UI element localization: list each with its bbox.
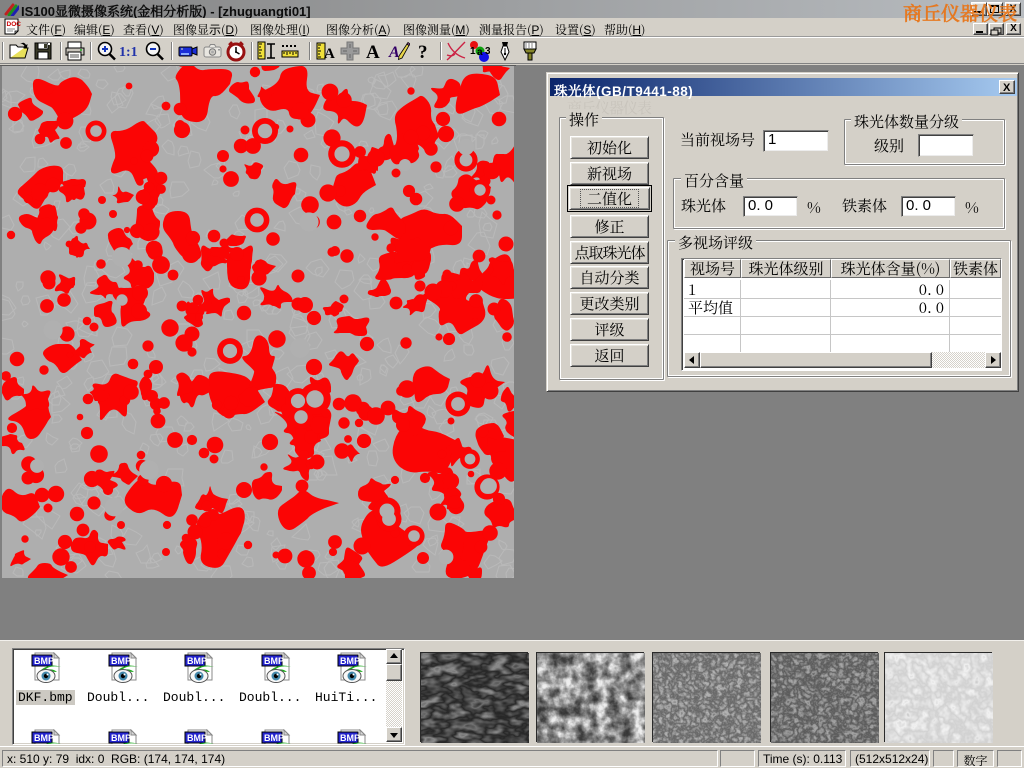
svg-text:A: A — [324, 46, 335, 62]
svg-text:A: A — [366, 42, 380, 62]
svg-text:3: 3 — [485, 46, 490, 57]
svg-text:1:1: 1:1 — [119, 45, 138, 60]
svg-text:?: ? — [418, 42, 428, 62]
svg-text:DOC: DOC — [7, 21, 22, 28]
svg-text:1: 1 — [470, 46, 476, 57]
svg-text:BMP: BMP — [111, 656, 131, 666]
svg-text:BMP: BMP — [340, 656, 360, 666]
svg-text:BMP: BMP — [187, 656, 207, 666]
svg-text:A: A — [388, 44, 400, 61]
svg-text:BMP: BMP — [34, 733, 54, 743]
svg-text:BMP: BMP — [264, 656, 284, 666]
svg-text:BMP: BMP — [340, 733, 360, 743]
svg-text:BMP: BMP — [187, 733, 207, 743]
svg-text:BMP: BMP — [34, 656, 54, 666]
svg-text:BMP: BMP — [111, 733, 131, 743]
svg-text:BMP: BMP — [264, 733, 284, 743]
svg-text:a: a — [477, 47, 483, 58]
